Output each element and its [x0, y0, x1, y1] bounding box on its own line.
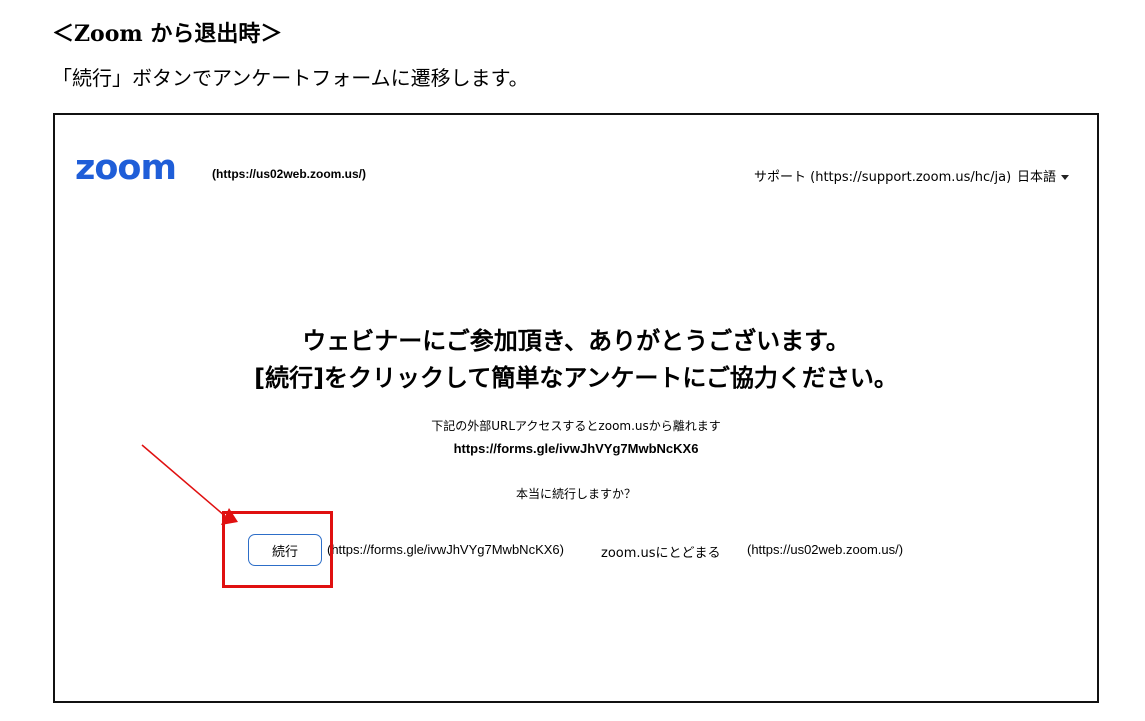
doc-subtext: 「続行」ボタンでアンケートフォームに遷移します。	[52, 66, 529, 90]
doc-heading: ＜Zoom から退出時＞	[52, 21, 283, 47]
screenshot-frame: zoom (https://us02web.zoom.us/) サポート (ht…	[53, 113, 1099, 703]
arrow-icon	[141, 444, 238, 525]
